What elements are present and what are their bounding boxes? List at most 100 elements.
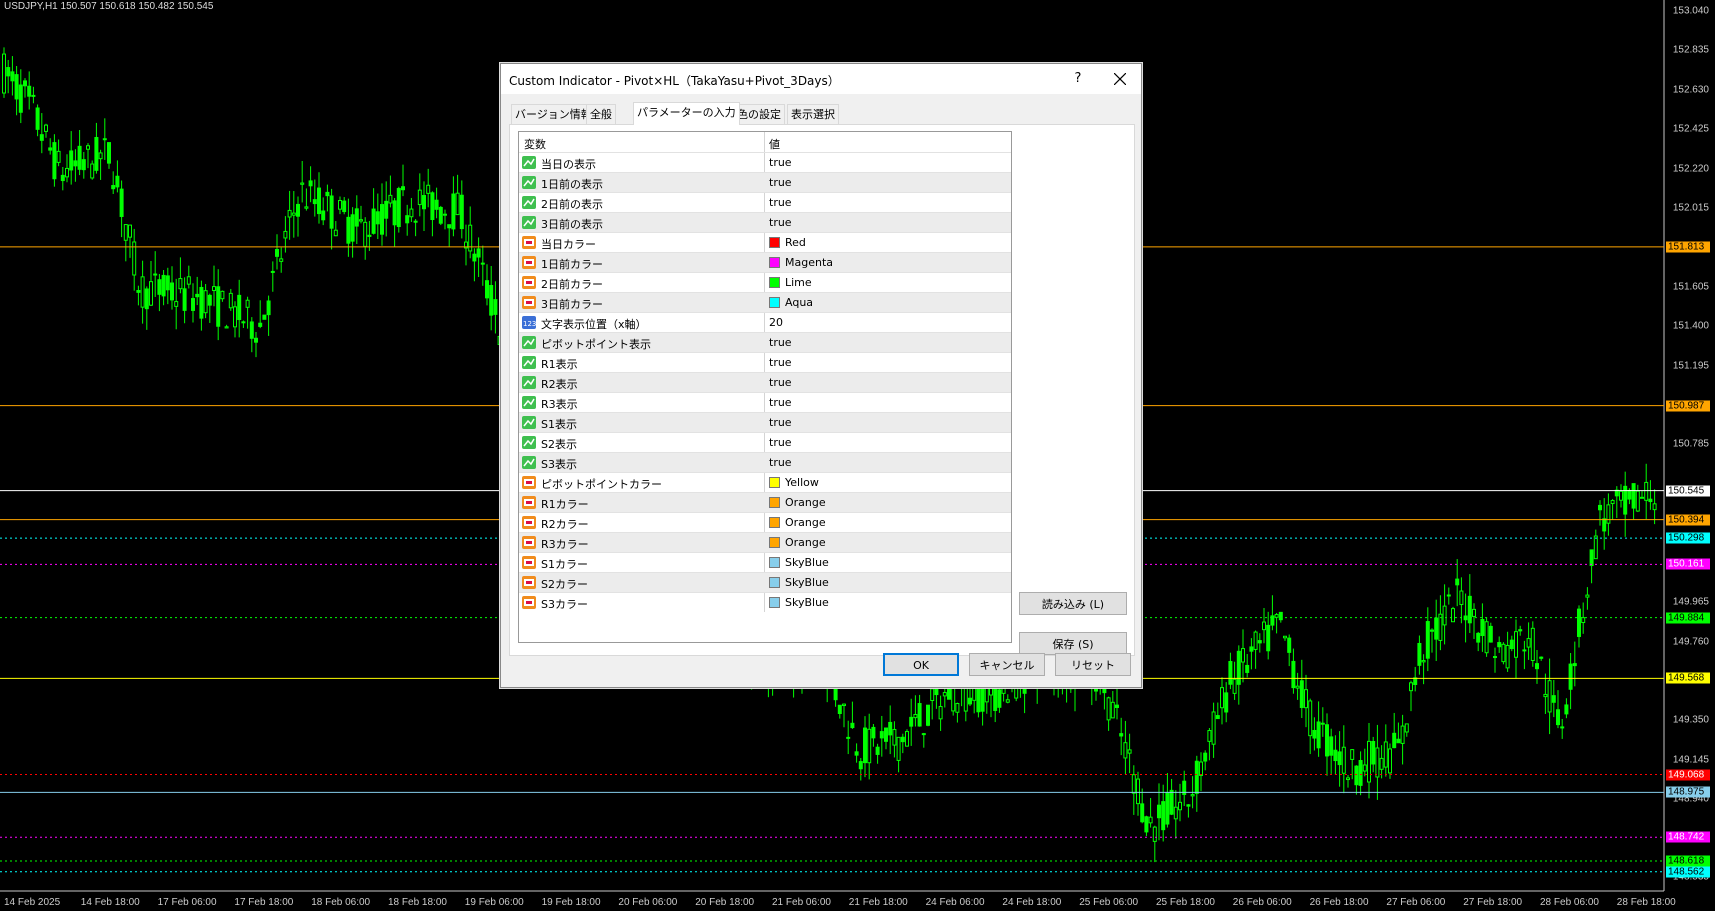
candle-body [291,212,296,216]
column-header-value: 値 [769,138,780,151]
param-value[interactable]: true [769,336,792,349]
candle-body [1589,549,1594,567]
ok-button[interactable]: OK [883,653,959,676]
param-value[interactable]: true [769,396,792,409]
candle-body [1514,631,1518,658]
help-button[interactable]: ? [1067,69,1089,89]
color-param-icon [522,476,536,489]
color-param-icon [522,276,536,289]
table-row[interactable]: R1カラー Orange [519,492,1011,513]
candle-body [216,286,221,327]
candle-body [854,751,859,756]
tab-version-info[interactable]: バージョン情報 [511,104,596,124]
table-row[interactable]: 当日カラー Red [519,232,1011,253]
param-value[interactable]: Magenta [785,256,833,269]
param-value[interactable]: true [769,416,792,429]
table-row[interactable]: S3表示 true [519,452,1011,473]
candle-body [35,107,40,130]
candle-body [275,249,279,257]
table-row[interactable]: S1表示 true [519,412,1011,433]
table-row[interactable]: 2日前カラー Lime [519,272,1011,293]
table-row[interactable]: 2日前の表示 true [519,192,1011,213]
candle-body [1127,749,1132,754]
candle-body [115,175,120,188]
cancel-button[interactable]: キャンセル [969,653,1045,676]
candle-body [153,273,158,276]
tab-general[interactable]: 全般 [586,104,616,124]
candle-body [896,736,901,761]
tab-input-parameters[interactable]: パラメーターの入力 [633,102,740,125]
table-row[interactable]: R3カラー Orange [519,532,1011,553]
table-row[interactable]: 当日の表示 true [519,152,1011,173]
candle-body [1539,656,1544,659]
param-value[interactable]: true [769,456,792,469]
param-value[interactable]: Lime [785,276,812,289]
candle-body [186,276,191,285]
param-value[interactable]: true [769,216,792,229]
bool-param-icon [522,176,536,189]
parameter-table[interactable]: 変数 値 当日の表示 true 1日前の表示 true 2日前の表示 true 3日前の表示… [518,131,1012,643]
candle-body [1207,730,1212,742]
reset-button[interactable]: リセット [1055,653,1131,676]
time-label: 19 Feb 18:00 [541,897,601,908]
candle-body [359,219,363,222]
table-row[interactable]: 1日前の表示 true [519,172,1011,193]
table-row[interactable]: S2表示 true [519,432,1011,453]
param-value[interactable]: Orange [785,516,826,529]
param-value[interactable]: true [769,156,792,169]
param-value[interactable]: Aqua [785,296,813,309]
time-label: 19 Feb 06:00 [464,897,524,908]
candle-body [1388,748,1392,774]
param-value[interactable]: true [769,176,792,189]
param-value[interactable]: true [769,356,792,369]
param-value[interactable]: 20 [769,316,783,329]
candle-body [262,314,267,320]
tab-colors[interactable]: 色の設定 [733,104,785,124]
time-label: 20 Feb 06:00 [618,897,678,908]
candle-body [270,270,275,273]
candle-body [1316,721,1321,749]
candle-body [1602,518,1607,532]
svg-text:123: 123 [523,320,536,328]
table-row[interactable]: R2表示 true [519,372,1011,393]
load-button[interactable]: 読み込み (L) [1019,592,1127,615]
param-value[interactable]: true [769,436,792,449]
table-row[interactable]: 3日前の表示 true [519,212,1011,233]
candle-body [1131,774,1136,794]
table-row[interactable]: ピボットポイントカラー Yellow [519,472,1011,493]
close-button[interactable] [1106,68,1134,90]
param-value[interactable]: SkyBlue [785,556,829,569]
dialog-titlebar[interactable]: Custom Indicator - Pivot×HL（TakaYasu+Piv… [501,64,1141,94]
color-swatch [769,297,780,308]
table-row[interactable]: ピボットポイント表示 true [519,332,1011,353]
param-value[interactable]: true [769,196,792,209]
candle-body [1199,761,1203,776]
param-value[interactable]: SkyBlue [785,596,829,609]
table-row[interactable]: S2カラー SkyBlue [519,572,1011,593]
table-row[interactable]: R3表示 true [519,392,1011,413]
param-value[interactable]: Red [785,236,806,249]
tab-visualization[interactable]: 表示選択 [787,104,839,124]
param-value[interactable]: Yellow [785,476,819,489]
candle-body [1106,697,1111,721]
candle-body [1190,794,1195,797]
param-value[interactable]: Orange [785,496,826,509]
candle-body [1119,733,1124,737]
table-row[interactable]: R1表示 true [519,352,1011,373]
param-name: S3カラー [541,598,588,611]
param-value[interactable]: SkyBlue [785,576,829,589]
save-button[interactable]: 保存 (S) [1019,632,1127,655]
candle-body [1522,649,1527,652]
table-row[interactable]: 123 文字表示位置（x軸） 20 [519,312,1011,333]
table-row[interactable]: 1日前カラー Magenta [519,252,1011,273]
table-row[interactable]: S3カラー SkyBlue [519,592,1011,613]
color-param-icon [522,296,536,309]
candle-body [94,136,99,171]
param-value[interactable]: true [769,376,792,389]
table-row[interactable]: R2カラー Orange [519,512,1011,533]
param-value[interactable]: Orange [785,536,826,549]
candle-body [1245,664,1250,673]
candle-body [333,229,338,237]
table-row[interactable]: 3日前カラー Aqua [519,292,1011,313]
table-row[interactable]: S1カラー SkyBlue [519,552,1011,573]
